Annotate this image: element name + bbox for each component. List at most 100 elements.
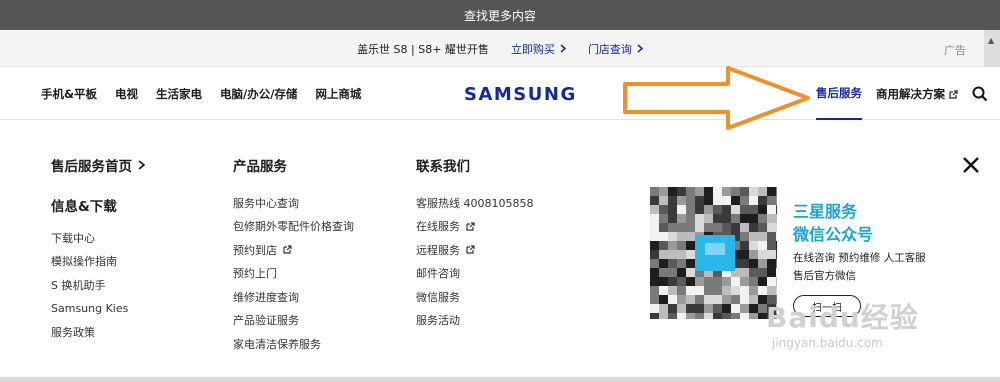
list-item[interactable]: 维修进度查询 (233, 285, 354, 309)
qr-pixel (650, 268, 659, 277)
qr-pixel (704, 205, 713, 214)
qr-pixel (731, 313, 740, 319)
bottom-scrollbar[interactable] (0, 377, 1000, 382)
top-banner-text[interactable]: 查找更多内容 (464, 7, 536, 24)
nav-item-support[interactable]: 售后服务 (816, 68, 862, 120)
qr-pixel (767, 259, 776, 268)
external-link-icon (283, 245, 292, 254)
samsung-logo[interactable]: SAMSUNG (464, 84, 577, 105)
nav-item-computing[interactable]: 电脑/办公/存储 (220, 86, 297, 102)
list-item[interactable]: Samsung Kies (51, 297, 145, 321)
qr-pixel (722, 223, 731, 232)
qr-pixel (776, 268, 777, 277)
qr-pixel (767, 187, 776, 196)
nav-item-tv[interactable]: 电视 (115, 86, 138, 102)
list-item[interactable]: 家电清洁保养服务 (233, 332, 354, 356)
qr-pixel (776, 214, 777, 223)
qr-pixel (758, 196, 767, 205)
qr-pixel (731, 295, 740, 304)
qr-code (650, 187, 777, 319)
qr-pixel (713, 313, 722, 319)
list-item[interactable]: 服务活动 (416, 309, 533, 333)
qr-pixel (740, 250, 749, 259)
qr-pixel (713, 196, 722, 205)
qr-pixel (686, 241, 695, 250)
qr-pixel (659, 277, 668, 286)
qr-pixel (767, 205, 776, 214)
qr-pixel (740, 304, 749, 313)
qr-pixel (659, 286, 668, 295)
qr-pixel (686, 214, 695, 223)
qr-pixel (749, 313, 758, 319)
qr-pixel (740, 268, 749, 277)
qr-pixel (749, 250, 758, 259)
qr-pixel (713, 304, 722, 313)
qr-pixel (659, 268, 668, 277)
qr-pixel (677, 295, 686, 304)
qr-pixel (695, 286, 704, 295)
list-item[interactable]: 服务政策 (51, 320, 145, 344)
qr-pixel (767, 286, 776, 295)
list-item[interactable]: 微信服务 (416, 285, 533, 309)
qr-pixel (722, 304, 731, 313)
qr-pixel (749, 277, 758, 286)
qr-pixel (767, 268, 776, 277)
qr-pixel (731, 277, 740, 286)
list-item[interactable]: 在线服务 (416, 215, 533, 239)
qr-pixel (686, 286, 695, 295)
qr-pixel (668, 313, 677, 319)
scroll-up-icon[interactable]: ▲ (988, 36, 994, 45)
qr-pixel (677, 286, 686, 295)
annotation-arrow (623, 66, 810, 130)
list-item[interactable]: 邮件咨询 (416, 262, 533, 286)
qr-pixel (677, 232, 686, 241)
qr-pixel (722, 196, 731, 205)
qr-pixel (650, 223, 659, 232)
qr-pixel (740, 187, 749, 196)
list-item[interactable]: 远程服务 (416, 238, 533, 262)
promo-scrollbar[interactable]: ▲ (984, 30, 1000, 67)
qr-pixel (776, 205, 777, 214)
store-search-link[interactable]: 门店查询 (588, 41, 643, 57)
list-item-label: 远程服务 (416, 243, 460, 257)
qr-pixel (677, 187, 686, 196)
close-icon[interactable] (962, 156, 980, 174)
top-banner[interactable]: 查找更多内容 (0, 0, 1000, 30)
buy-now-link[interactable]: 立即购买 (511, 41, 566, 57)
support-home-link[interactable]: 售后服务首页 (51, 155, 145, 175)
list-item[interactable]: 预约到店 (233, 238, 354, 262)
hotline-item: 客服热线 4008105858 (416, 196, 534, 210)
qr-pixel (713, 223, 722, 232)
list-item[interactable]: 服务中心查询 (233, 191, 354, 215)
nav-item-shop[interactable]: 网上商城 (315, 86, 361, 102)
nav-item-appliances[interactable]: 生活家电 (156, 86, 202, 102)
qr-pixel (749, 268, 758, 277)
nav-item-mobile[interactable]: 手机&平板 (41, 86, 97, 102)
qr-pixel (722, 187, 731, 196)
qr-pixel (776, 277, 777, 286)
qr-code-image (650, 187, 777, 319)
qr-pixel (767, 196, 776, 205)
qr-pixel (776, 286, 777, 295)
list-item[interactable]: 产品验证服务 (233, 309, 354, 333)
qr-pixel (695, 304, 704, 313)
qr-pixel (749, 205, 758, 214)
search-icon[interactable] (972, 86, 988, 102)
nav-item-business[interactable]: 商用解决方案 (876, 86, 958, 102)
qr-pixel (668, 196, 677, 205)
qr-pixel (758, 241, 767, 250)
qr-pixel (767, 223, 776, 232)
qr-pixel (668, 268, 677, 277)
nav-item-business-label: 商用解决方案 (876, 87, 945, 101)
list-item[interactable]: 下载中心 (51, 226, 145, 250)
list-item[interactable]: 预约上门 (233, 262, 354, 286)
list-item[interactable]: 包修期外零配件价格查询 (233, 215, 354, 239)
qr-pixel (740, 295, 749, 304)
list-item[interactable]: 模拟操作指南 (51, 250, 145, 274)
external-link-icon (466, 222, 475, 231)
list-item[interactable]: S 换机助手 (51, 273, 145, 297)
qr-pixel (650, 304, 659, 313)
qr-pixel (740, 259, 749, 268)
qr-pixel (677, 277, 686, 286)
qr-pixel (704, 313, 713, 319)
